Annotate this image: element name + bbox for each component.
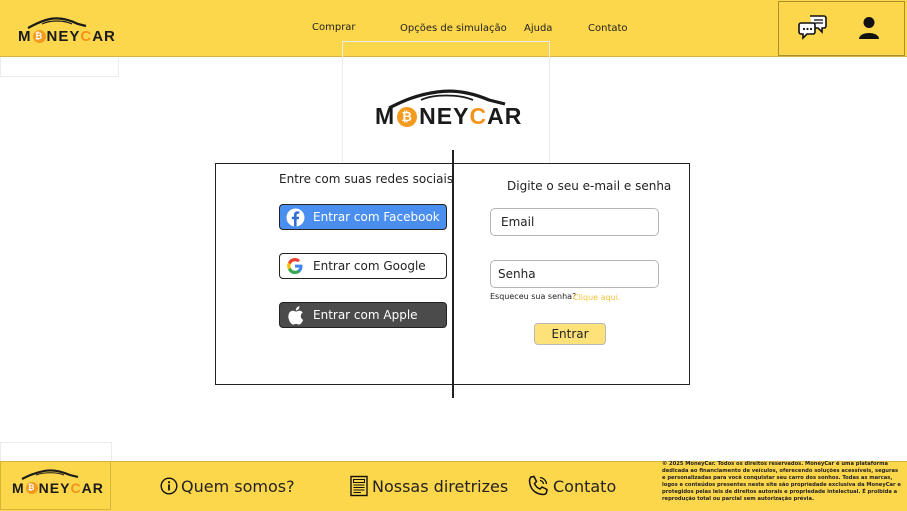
login-submit-button[interactable]: Entrar	[534, 323, 606, 345]
ghost-frame-left	[0, 57, 119, 77]
chat-button[interactable]	[797, 12, 829, 42]
document-icon	[349, 475, 369, 497]
forgot-password-link[interactable]: Clique aqui.	[573, 293, 620, 302]
nav-ajuda[interactable]: Ajuda	[524, 23, 552, 34]
password-field[interactable]	[490, 260, 659, 288]
footer-link-label: Nossas diretrizes	[372, 476, 509, 496]
facebook-login-button[interactable]: Entrar com Facebook	[279, 204, 447, 230]
chat-icon	[798, 15, 827, 40]
header-logo[interactable]: M ₿ NEY C AR	[18, 17, 116, 45]
apple-login-label: Entrar com Apple	[313, 308, 418, 322]
footer-link-label: Contato	[553, 476, 617, 496]
social-login-title: Entre com suas redes sociais	[279, 172, 454, 186]
forgot-password-text: Esqueceu sua senha?	[490, 292, 577, 301]
email-login-title: Digite o seu e-mail e senha	[507, 179, 672, 193]
email-field[interactable]	[490, 208, 659, 236]
google-icon	[285, 256, 305, 276]
apple-icon	[285, 305, 305, 325]
google-login-button[interactable]: Entrar com Google	[279, 253, 447, 279]
logo-letter-m: M	[18, 28, 32, 45]
footer-legal-text: © 2025 MoneyCar. Todos os direitos reser…	[662, 461, 901, 502]
footer-link-diretrizes[interactable]: Nossas diretrizes	[349, 474, 508, 498]
apple-login-button[interactable]: Entrar com Apple	[279, 302, 447, 328]
main-logo: M ₿ NEY C AR	[375, 88, 522, 130]
facebook-icon	[285, 207, 305, 227]
nav-contato[interactable]: Contato	[588, 23, 628, 34]
ghost-frame-footer	[0, 442, 112, 461]
card-divider	[452, 150, 454, 398]
phone-icon	[526, 474, 550, 498]
google-login-label: Entrar com Google	[313, 259, 426, 273]
logo-text-ar: AR	[81, 480, 104, 496]
car-icon	[27, 17, 87, 29]
logo-letter-c: C	[70, 480, 82, 496]
logo-text-ney: NEY	[38, 480, 71, 496]
user-account-button[interactable]	[856, 15, 882, 41]
logo-text-ney: NEY	[46, 28, 81, 45]
logo-text-ar: AR	[92, 28, 116, 45]
nav-opcoes-simulacao[interactable]: Opções de simulação	[400, 23, 507, 34]
car-icon	[388, 89, 506, 110]
bitcoin-icon: ₿	[32, 30, 46, 43]
user-icon	[859, 17, 879, 39]
nav-comprar[interactable]: Comprar	[312, 22, 356, 33]
facebook-login-label: Entrar com Facebook	[313, 210, 440, 224]
bitcoin-icon: ₿	[25, 482, 38, 494]
footer-link-quem-somos[interactable]: Quem somos?	[160, 474, 295, 498]
footer-logo[interactable]: M ₿ NEY C AR	[12, 468, 104, 496]
info-icon	[160, 477, 178, 495]
footer-link-label: Quem somos?	[181, 476, 295, 496]
footer-link-contato[interactable]: Contato	[526, 474, 616, 498]
logo-letter-c: C	[80, 28, 93, 45]
bitcoin-icon: ₿	[397, 107, 418, 127]
logo-letter-m: M	[12, 480, 25, 496]
car-icon	[21, 469, 79, 480]
